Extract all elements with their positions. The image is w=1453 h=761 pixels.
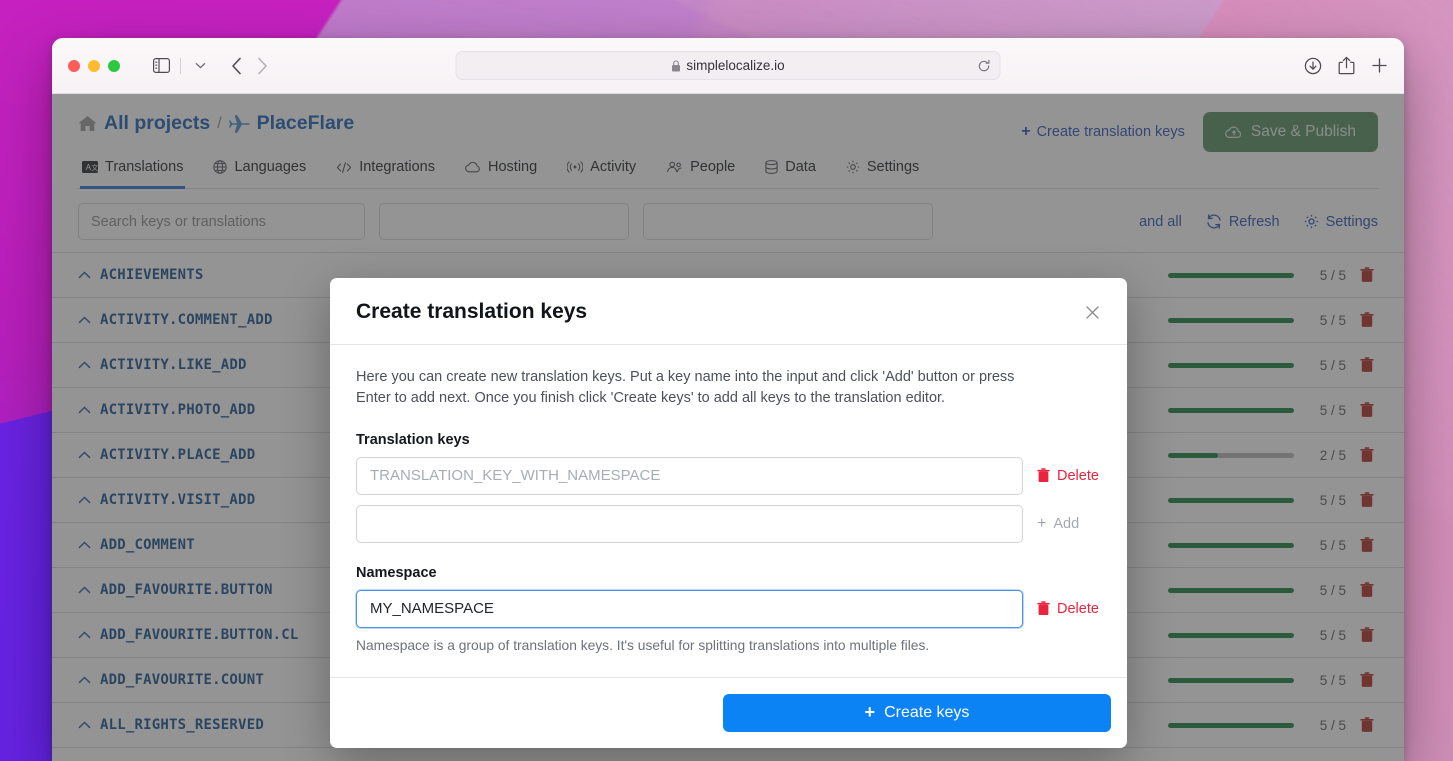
browser-window: simplelocalize.io Create translation key…	[52, 38, 1404, 761]
trash-icon	[1037, 601, 1050, 616]
plus-icon: +	[864, 702, 876, 723]
key-input-row-1: Delete	[356, 456, 1101, 495]
create-keys-button[interactable]: + Create keys	[723, 693, 1111, 732]
modal-title: Create translation keys	[356, 300, 588, 323]
translation-key-input-2[interactable]	[356, 504, 1023, 543]
toolbar-divider	[180, 57, 181, 74]
plus-icon: +	[1037, 514, 1047, 532]
modal-footer: + Create keys	[330, 676, 1127, 748]
close-icon[interactable]	[1084, 304, 1101, 321]
share-icon[interactable]	[1338, 56, 1355, 75]
lock-icon	[671, 59, 680, 72]
sidebar-toggle-icon[interactable]	[148, 53, 174, 79]
download-icon[interactable]	[1304, 57, 1322, 75]
delete-namespace-button[interactable]: Delete	[1037, 601, 1099, 617]
delete-label: Delete	[1057, 600, 1099, 617]
maximize-window-button[interactable]	[108, 59, 120, 72]
back-arrow-icon[interactable]	[223, 53, 249, 79]
translation-keys-label: Translation keys	[356, 431, 470, 448]
namespace-input[interactable]	[356, 589, 1023, 628]
chevron-down-icon[interactable]	[187, 53, 213, 79]
create-translation-keys-modal: Create translation keys Here you can cre…	[330, 278, 1127, 748]
namespace-label: Namespace	[356, 564, 437, 581]
delete-label: Delete	[1057, 467, 1099, 484]
minimize-window-button[interactable]	[88, 59, 100, 72]
app-page: All projects / PlaceFlare A文 Translation…	[52, 94, 1404, 761]
key-input-row-2: + Add	[356, 504, 1101, 543]
add-key-button[interactable]: + Add	[1037, 515, 1079, 533]
modal-description: Here you can create new translation keys…	[356, 369, 1015, 407]
modal-header: Create translation keys	[330, 278, 1127, 345]
translation-key-input-1[interactable]	[356, 456, 1023, 495]
new-tab-icon[interactable]	[1371, 57, 1388, 74]
window-controls[interactable]	[68, 59, 120, 72]
trash-icon	[1037, 468, 1050, 483]
close-window-button[interactable]	[68, 59, 80, 72]
address-bar-url: simplelocalize.io	[686, 58, 785, 73]
reload-icon[interactable]	[978, 59, 991, 72]
add-label: Add	[1053, 515, 1080, 532]
desktop-wallpaper: simplelocalize.io Create translation key…	[0, 0, 1453, 761]
modal-body: Here you can create new translation keys…	[330, 345, 1127, 677]
forward-arrow-icon[interactable]	[249, 53, 275, 79]
namespace-hint: Namespace is a group of translation keys…	[356, 637, 930, 653]
address-bar[interactable]: simplelocalize.io	[455, 51, 1001, 80]
delete-key-button-1[interactable]: Delete	[1037, 468, 1099, 484]
browser-toolbar-right	[1304, 56, 1388, 75]
browser-toolbar: simplelocalize.io	[52, 38, 1404, 94]
namespace-row: Delete	[356, 589, 1101, 628]
create-keys-label: Create keys	[884, 703, 970, 721]
